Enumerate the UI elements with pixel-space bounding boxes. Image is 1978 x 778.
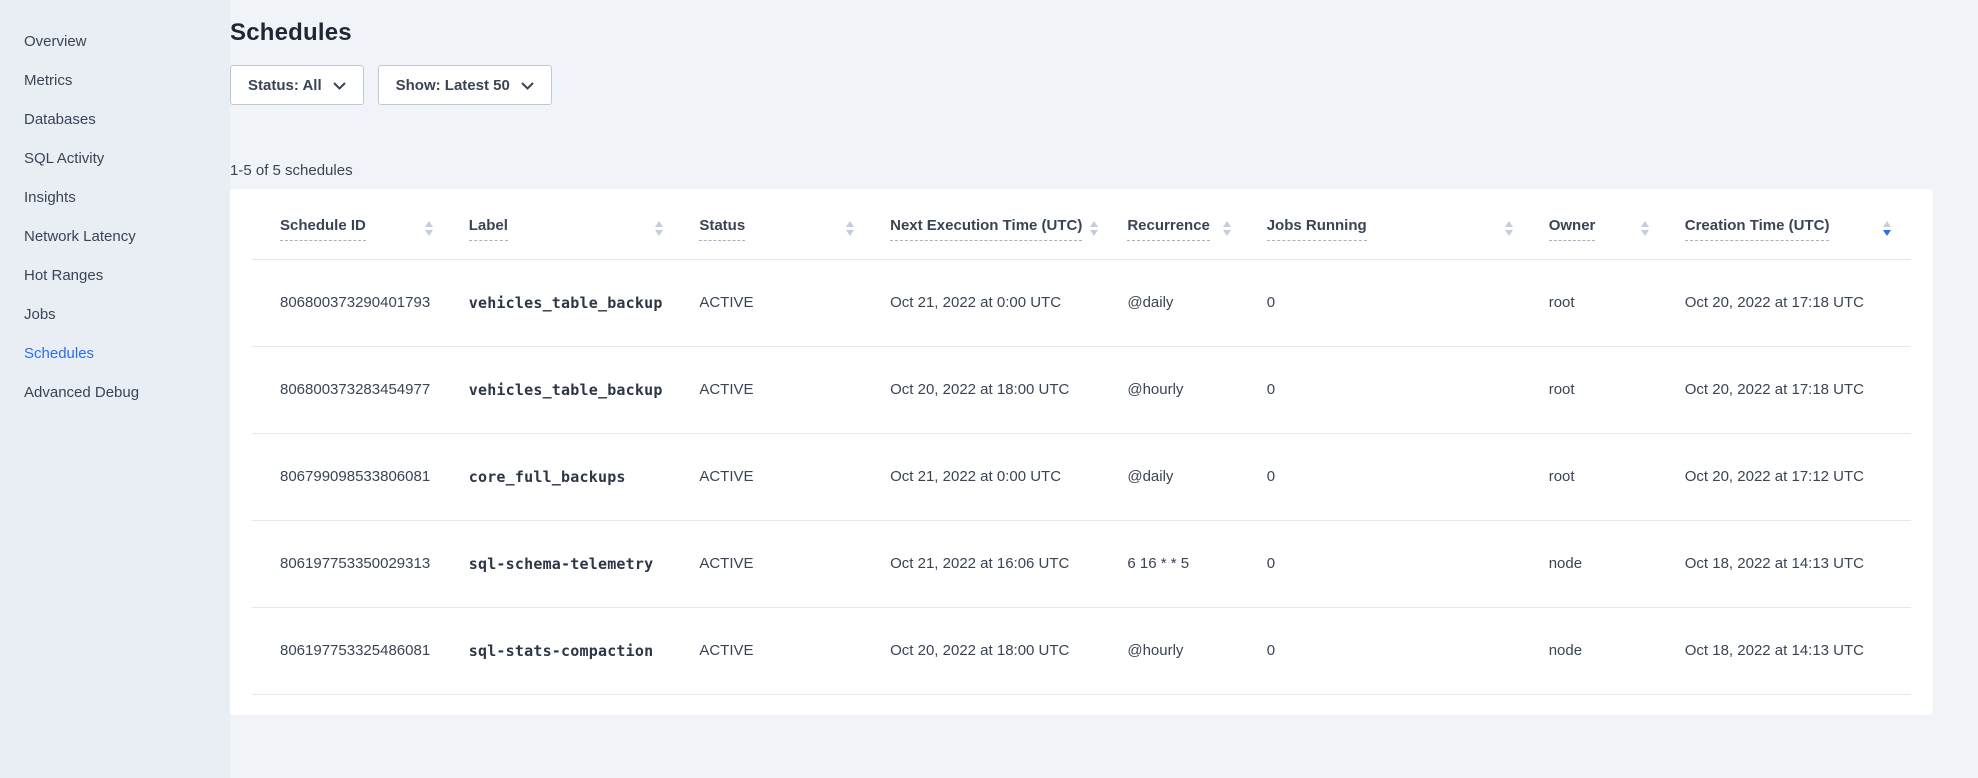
table-row[interactable]: 806799098533806081core_full_backupsACTIV…: [252, 433, 1911, 520]
sidebar-item-metrics[interactable]: Metrics: [0, 61, 230, 100]
cell-owner: root: [1533, 346, 1669, 433]
sort-carets-icon: [846, 221, 854, 236]
sort-carets-icon: [655, 221, 663, 236]
sort-carets-icon: [1090, 221, 1098, 236]
column-header-label[interactable]: Label: [453, 189, 684, 259]
sidebar-item-network-latency[interactable]: Network Latency: [0, 217, 230, 256]
cell-status: ACTIVE: [683, 259, 874, 346]
cell-label: vehicles_table_backup: [453, 259, 684, 346]
column-header-recurrence[interactable]: Recurrence: [1111, 189, 1250, 259]
sidebar-item-insights[interactable]: Insights: [0, 178, 230, 217]
sidebar-item-schedules[interactable]: Schedules: [0, 334, 230, 373]
sidebar-item-databases[interactable]: Databases: [0, 100, 230, 139]
cell-owner: root: [1533, 433, 1669, 520]
table-header: Schedule ID Label Status Next Execution Tim…: [252, 189, 1911, 259]
cell-recurrence: 6 16 * * 5: [1111, 520, 1250, 607]
schedules-table-card: Schedule ID Label Status Next Execution Tim…: [230, 189, 1933, 715]
column-header-schedule-id[interactable]: Schedule ID: [252, 189, 453, 259]
cell-creation-time: Oct 18, 2022 at 14:13 UTC: [1669, 607, 1911, 694]
table-row[interactable]: 806197753325486081sql-stats-compactionAC…: [252, 607, 1911, 694]
column-label: Schedule ID: [280, 217, 366, 241]
cell-next-execution-time: Oct 20, 2022 at 18:00 UTC: [874, 607, 1111, 694]
schedules-table: Schedule ID Label Status Next Execution Tim…: [252, 189, 1911, 695]
column-header-owner[interactable]: Owner: [1533, 189, 1669, 259]
sort-carets-icon: [1223, 221, 1231, 236]
cell-label: vehicles_table_backup: [453, 346, 684, 433]
cell-owner: node: [1533, 607, 1669, 694]
cell-status: ACTIVE: [683, 346, 874, 433]
main-content: Schedules Status: All Show: Latest 50 1-5…: [230, 0, 1978, 778]
cell-jobs-running: 0: [1251, 259, 1533, 346]
cell-schedule-id: 806799098533806081: [252, 433, 453, 520]
cell-next-execution-time: Oct 20, 2022 at 18:00 UTC: [874, 346, 1111, 433]
cell-status: ACTIVE: [683, 520, 874, 607]
page-title: Schedules: [230, 18, 1933, 48]
chevron-down-icon: [333, 82, 346, 90]
cell-next-execution-time: Oct 21, 2022 at 0:00 UTC: [874, 433, 1111, 520]
column-header-creation-time[interactable]: Creation Time (UTC): [1669, 189, 1911, 259]
cell-next-execution-time: Oct 21, 2022 at 16:06 UTC: [874, 520, 1111, 607]
column-header-status[interactable]: Status: [683, 189, 874, 259]
table-body: 806800373290401793vehicles_table_backupA…: [252, 259, 1911, 694]
sort-carets-icon: [1883, 221, 1891, 236]
cell-recurrence: @daily: [1111, 433, 1250, 520]
column-label: Next Execution Time (UTC): [890, 217, 1082, 241]
filter-dropdown-label: Show: Latest 50: [396, 77, 510, 94]
cell-schedule-id: 806800373283454977: [252, 346, 453, 433]
cell-status: ACTIVE: [683, 433, 874, 520]
column-label: Status: [699, 217, 745, 241]
cell-status: ACTIVE: [683, 607, 874, 694]
sidebar: OverviewMetricsDatabasesSQL ActivityInsi…: [0, 0, 230, 778]
sidebar-item-overview[interactable]: Overview: [0, 22, 230, 61]
cell-creation-time: Oct 20, 2022 at 17:18 UTC: [1669, 346, 1911, 433]
cell-jobs-running: 0: [1251, 520, 1533, 607]
sort-carets-icon: [1641, 221, 1649, 236]
filter-dropdown-status[interactable]: Status: All: [230, 65, 364, 105]
column-label: Owner: [1549, 217, 1596, 241]
cell-jobs-running: 0: [1251, 433, 1533, 520]
cell-jobs-running: 0: [1251, 607, 1533, 694]
sidebar-item-sql-activity[interactable]: SQL Activity: [0, 139, 230, 178]
column-header-next-execution-time[interactable]: Next Execution Time (UTC): [874, 189, 1111, 259]
cell-recurrence: @hourly: [1111, 607, 1250, 694]
result-count: 1-5 of 5 schedules: [230, 162, 1933, 179]
cell-next-execution-time: Oct 21, 2022 at 0:00 UTC: [874, 259, 1111, 346]
table-row[interactable]: 806197753350029313sql-schema-telemetryAC…: [252, 520, 1911, 607]
cell-schedule-id: 806197753350029313: [252, 520, 453, 607]
column-label: Recurrence: [1127, 217, 1210, 241]
column-label: Label: [469, 217, 508, 241]
sidebar-item-jobs[interactable]: Jobs: [0, 295, 230, 334]
sidebar-item-hot-ranges[interactable]: Hot Ranges: [0, 256, 230, 295]
table-row[interactable]: 806800373290401793vehicles_table_backupA…: [252, 259, 1911, 346]
sidebar-item-advanced-debug[interactable]: Advanced Debug: [0, 373, 230, 412]
app-root: OverviewMetricsDatabasesSQL ActivityInsi…: [0, 0, 1978, 778]
cell-schedule-id: 806197753325486081: [252, 607, 453, 694]
cell-recurrence: @hourly: [1111, 346, 1250, 433]
sort-carets-icon: [425, 221, 433, 236]
filter-dropdown-show[interactable]: Show: Latest 50: [378, 65, 552, 105]
table-row[interactable]: 806800373283454977vehicles_table_backupA…: [252, 346, 1911, 433]
filter-bar: Status: All Show: Latest 50: [230, 65, 1933, 105]
cell-label: sql-schema-telemetry: [453, 520, 684, 607]
cell-owner: root: [1533, 259, 1669, 346]
cell-recurrence: @daily: [1111, 259, 1250, 346]
cell-label: core_full_backups: [453, 433, 684, 520]
sort-carets-icon: [1505, 221, 1513, 236]
column-label: Jobs Running: [1267, 217, 1367, 241]
cell-owner: node: [1533, 520, 1669, 607]
cell-label: sql-stats-compaction: [453, 607, 684, 694]
cell-creation-time: Oct 20, 2022 at 17:18 UTC: [1669, 259, 1911, 346]
cell-jobs-running: 0: [1251, 346, 1533, 433]
cell-creation-time: Oct 18, 2022 at 14:13 UTC: [1669, 520, 1911, 607]
cell-creation-time: Oct 20, 2022 at 17:12 UTC: [1669, 433, 1911, 520]
cell-schedule-id: 806800373290401793: [252, 259, 453, 346]
chevron-down-icon: [521, 82, 534, 90]
column-label: Creation Time (UTC): [1685, 217, 1830, 241]
column-header-jobs-running[interactable]: Jobs Running: [1251, 189, 1533, 259]
filter-dropdown-label: Status: All: [248, 77, 322, 94]
